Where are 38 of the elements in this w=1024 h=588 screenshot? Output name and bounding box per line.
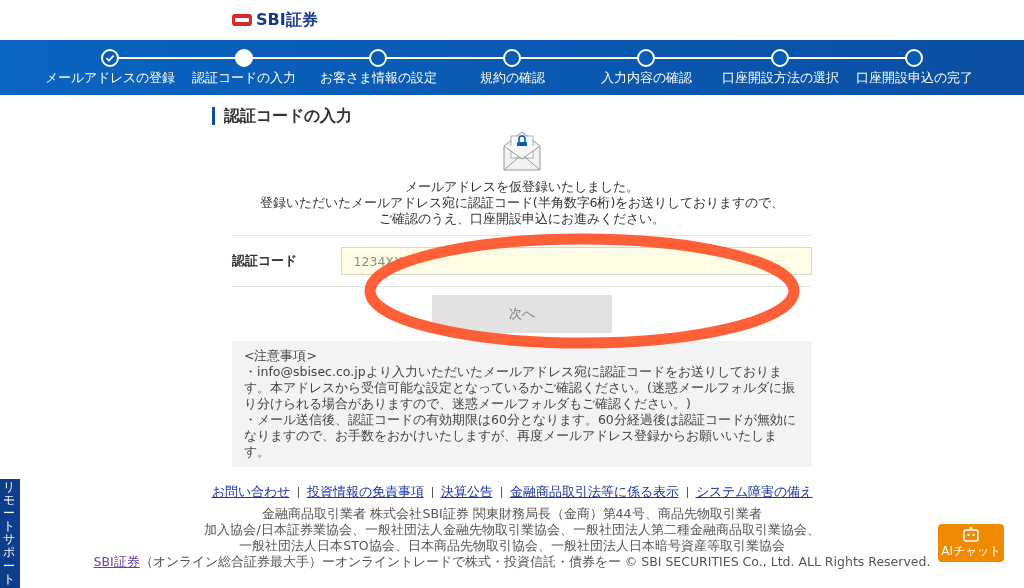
page-title: 認証コードの入力 xyxy=(212,107,812,125)
footer-link[interactable]: お問い合わせ xyxy=(211,483,290,502)
step-label: 口座開設申込の完了 xyxy=(855,69,973,87)
step-label: 口座開設方法の選択 xyxy=(721,69,839,87)
step-marker[interactable] xyxy=(771,49,789,67)
step-marker[interactable] xyxy=(101,49,119,67)
step-marker[interactable] xyxy=(503,49,521,67)
remote-support-tab[interactable]: リモートサポート xyxy=(0,478,20,588)
message-text: メールアドレスを仮登録いたしました。 xyxy=(404,179,640,195)
footer-text: 一般社団法人日本STO協会、日本商品先物取引協会、一般社団法人日本暗号資産等取引業協会 xyxy=(239,537,785,554)
logo-icon xyxy=(232,14,252,26)
footer-link[interactable]: 投資情報の免責事項 xyxy=(306,483,424,502)
step-marker[interactable] xyxy=(369,49,387,67)
check-icon xyxy=(105,53,115,63)
logo-text[interactable]: SBI証券 xyxy=(256,8,318,32)
step-marker[interactable] xyxy=(637,49,655,67)
step-label: メールアドレスの登録 xyxy=(45,69,175,87)
notes-text: ・メール送信後、認証コードの有効期限は60分となります。60分経過後は認証コードが無効になりますので、お手数をおかけいたしますが、再度メールアドレス登録からお願いいたします。 xyxy=(244,412,797,460)
field-label: 認証コード xyxy=(232,251,298,270)
step-label: お客さま情報の設定 xyxy=(319,69,437,87)
footer-link[interactable]: システム障害の備え xyxy=(695,483,813,502)
footer-link[interactable]: 決算公告 xyxy=(440,483,493,502)
robot-icon xyxy=(962,526,981,542)
notes-heading: <注意事項> xyxy=(244,348,318,364)
step-marker[interactable] xyxy=(235,49,253,67)
step-marker[interactable] xyxy=(905,49,923,67)
footer-text: 加入協会/日本証券業協会、一般社団法人金融先物取引業協会、一般社団法人第二種金融商品取引業協会、 xyxy=(204,521,820,538)
step-label: 規約の確認 xyxy=(479,69,545,87)
step-label: 入力内容の確認 xyxy=(600,69,692,87)
footer-link[interactable]: 金融商品取引法等に係る表示 xyxy=(509,483,679,502)
footer-text: 金融商品取引業者 株式会社SBI証券 関東財務局長（金商）第44号、商品先物取引業者 xyxy=(262,505,762,522)
notes-text: ・info@sbisec.co.jpより入力いただいたメールアドレス宛に認証コードをお送りしております。本アドレスから受信可能な設定となっているかご確認ください。(迷惑メールフォルダに振り分けられる場合がありますので、迷惑メールフォルダもご確認ください。) xyxy=(244,364,796,412)
step-label: 認証コードの入力 xyxy=(192,69,296,87)
message-text: 登録いただいたメールアドレス宛に認証コード(半角数字6桁)をお送りしておりますので、 xyxy=(258,195,786,211)
copyright-text: （オンライン総合証券最大手）ーオンライントレードで株式・投資信託・債券をー © SBI SECURITIES Co., Ltd. ALL Rights Reserved. xyxy=(139,553,931,570)
copyright-link[interactable]: SBI証券 xyxy=(93,553,140,570)
envelope-lock-icon xyxy=(503,129,541,171)
message-text: ご確認のうえ、口座開設申込にお進みください。 xyxy=(378,211,666,227)
